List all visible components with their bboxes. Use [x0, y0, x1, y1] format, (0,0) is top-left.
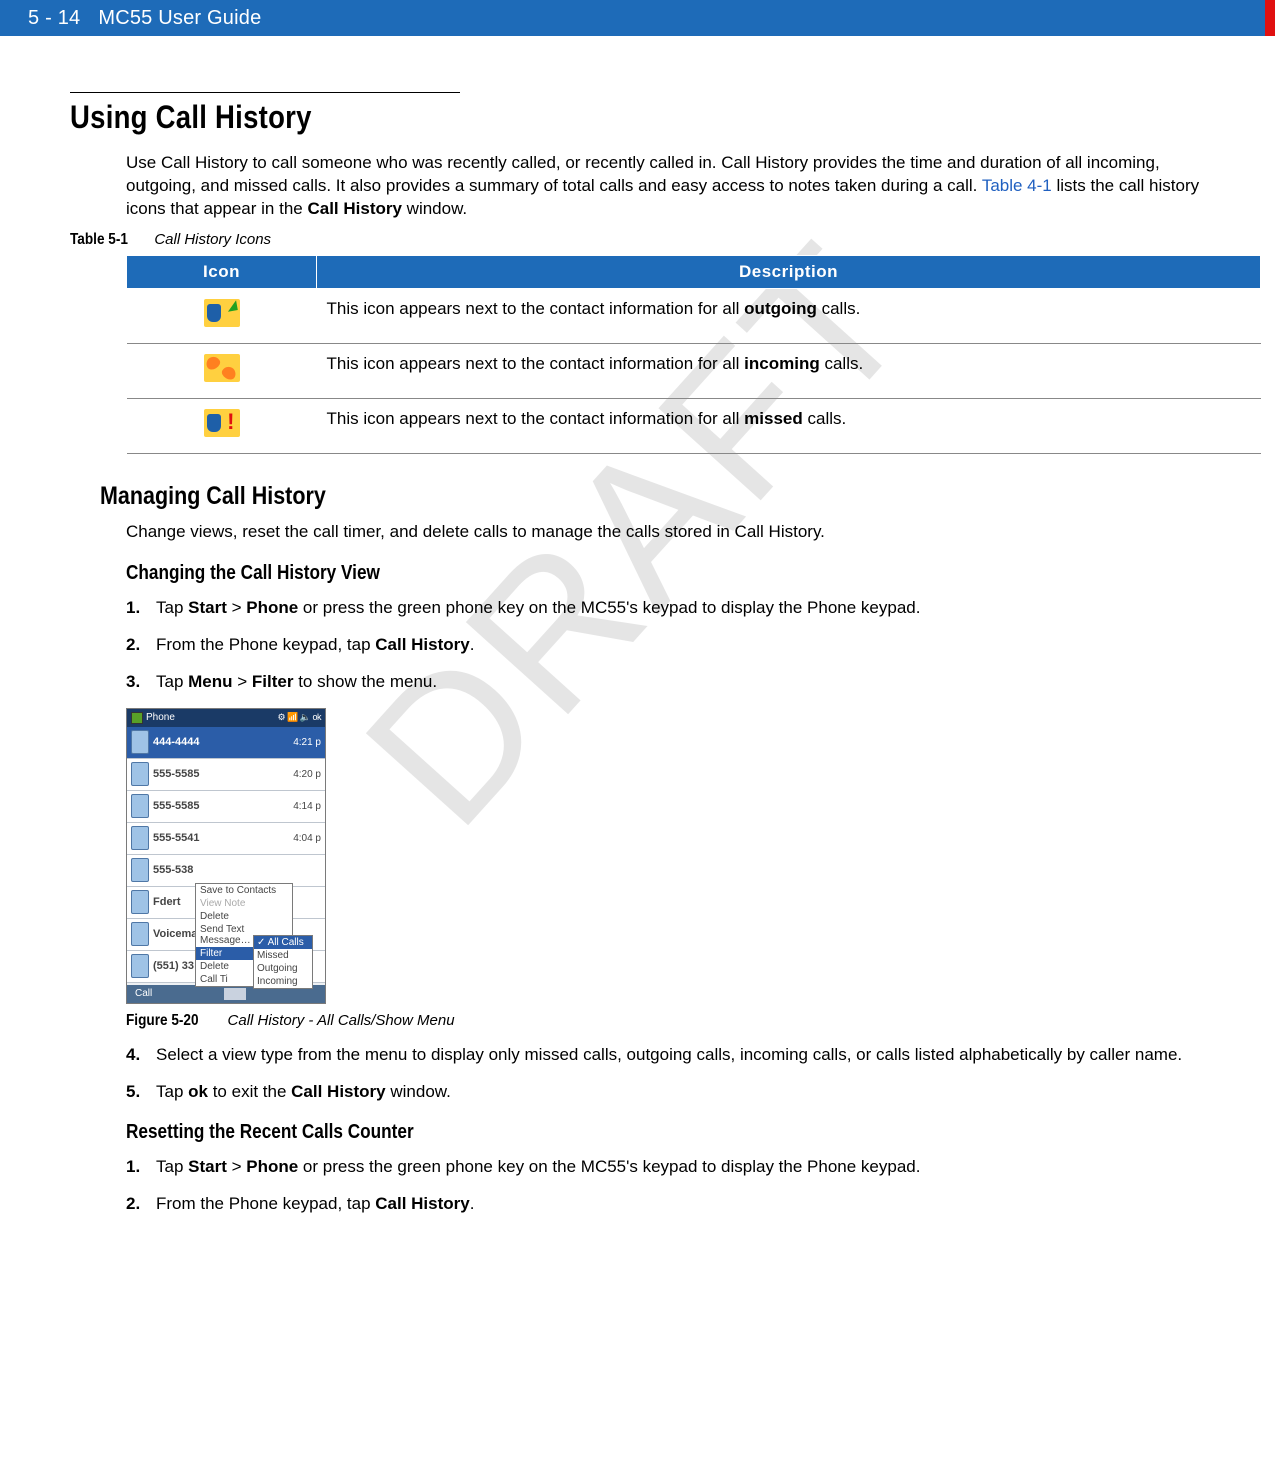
reset-steps-list: 1. Tap Start > Phone or press the green … [126, 1156, 1205, 1216]
intro-bold1: Call History [307, 199, 401, 218]
fig-titlebar: Phone ⚙ 📶 🔈 ok [127, 709, 325, 727]
table-caption: Table 5-1 Call History Icons [70, 231, 1205, 249]
fig-call-row: 555-55854:20 p [127, 759, 325, 791]
phone-icon [131, 858, 149, 882]
keyboard-icon [224, 988, 246, 1000]
table-row: This icon appears next to the contact in… [127, 398, 1261, 453]
outgoing-call-icon [204, 299, 240, 327]
table-row: This icon appears next to the contact in… [127, 343, 1261, 398]
table-header-icon: Icon [127, 255, 317, 288]
changing-steps-list-cont: 4. Select a view type from the menu to d… [126, 1044, 1205, 1104]
intro-paragraph: Use Call History to call someone who was… [126, 152, 1205, 221]
list-item: 4. Select a view type from the menu to d… [126, 1044, 1205, 1067]
table-row: This icon appears next to the contact in… [127, 288, 1261, 343]
figure-caption-title: Call History - All Calls/Show Menu [228, 1012, 455, 1029]
list-item: 3. Tap Menu > Filter to show the menu. [126, 671, 1205, 694]
list-item: 1. Tap Start > Phone or press the green … [126, 597, 1205, 620]
header-accent [1265, 0, 1275, 36]
list-item: 2. From the Phone keypad, tap Call Histo… [126, 1193, 1205, 1216]
phone-icon [131, 954, 149, 978]
table-caption-label: Table 5-1 [70, 231, 128, 249]
changing-view-title: Changing the Call History View [126, 562, 1054, 585]
fig-call-row: 555-55854:14 p [127, 791, 325, 823]
reset-counter-title: Resetting the Recent Calls Counter [126, 1121, 1054, 1144]
section-title: Using Call History [70, 99, 1046, 136]
phone-icon [131, 826, 149, 850]
managing-intro: Change views, reset the call timer, and … [126, 521, 1205, 544]
incoming-call-icon [204, 354, 240, 382]
phone-icon [131, 730, 149, 754]
fig-call-row: 444-44444:21 p [127, 727, 325, 759]
list-item: 1. Tap Start > Phone or press the green … [126, 1156, 1205, 1179]
changing-steps-list: 1. Tap Start > Phone or press the green … [126, 597, 1205, 694]
windows-start-icon [131, 712, 143, 724]
figure-caption-label: Figure 5-20 [126, 1012, 199, 1030]
page-header: 5 - 14 MC55 User Guide [0, 0, 1275, 36]
figure-caption: Figure 5-20 Call History - All Calls/Sho… [126, 1012, 1205, 1030]
section-rule [70, 92, 460, 93]
list-item: 2. From the Phone keypad, tap Call Histo… [126, 634, 1205, 657]
intro-post2: window. [402, 199, 467, 218]
fig-status-icons: ⚙ 📶 🔈 ok [278, 712, 322, 723]
figure-5-20: Phone ⚙ 📶 🔈 ok 444-44444:21 p 555-55854:… [126, 708, 1205, 1004]
table-4-1-link[interactable]: Table 4-1 [982, 176, 1052, 195]
table-header-description: Description [317, 255, 1261, 288]
phone-icon [131, 922, 149, 946]
list-item: 5. Tap ok to exit the Call History windo… [126, 1081, 1205, 1104]
missed-call-icon [204, 409, 240, 437]
table-caption-title: Call History Icons [154, 231, 271, 248]
page-number: 5 - 14 [28, 7, 80, 30]
phone-icon [131, 890, 149, 914]
phone-icon [131, 794, 149, 818]
call-history-icons-table: Icon Description This icon appears next … [126, 255, 1261, 454]
managing-title: Managing Call History [100, 482, 1050, 511]
header-title: MC55 User Guide [98, 7, 261, 30]
fig-filter-submenu: ✓ All Calls Missed Outgoing Incoming [253, 935, 313, 989]
fig-app-name: Phone [146, 712, 175, 723]
fig-call-row: 555-55414:04 p [127, 823, 325, 855]
phone-icon [131, 762, 149, 786]
figure-image: Phone ⚙ 📶 🔈 ok 444-44444:21 p 555-55854:… [126, 708, 326, 1004]
